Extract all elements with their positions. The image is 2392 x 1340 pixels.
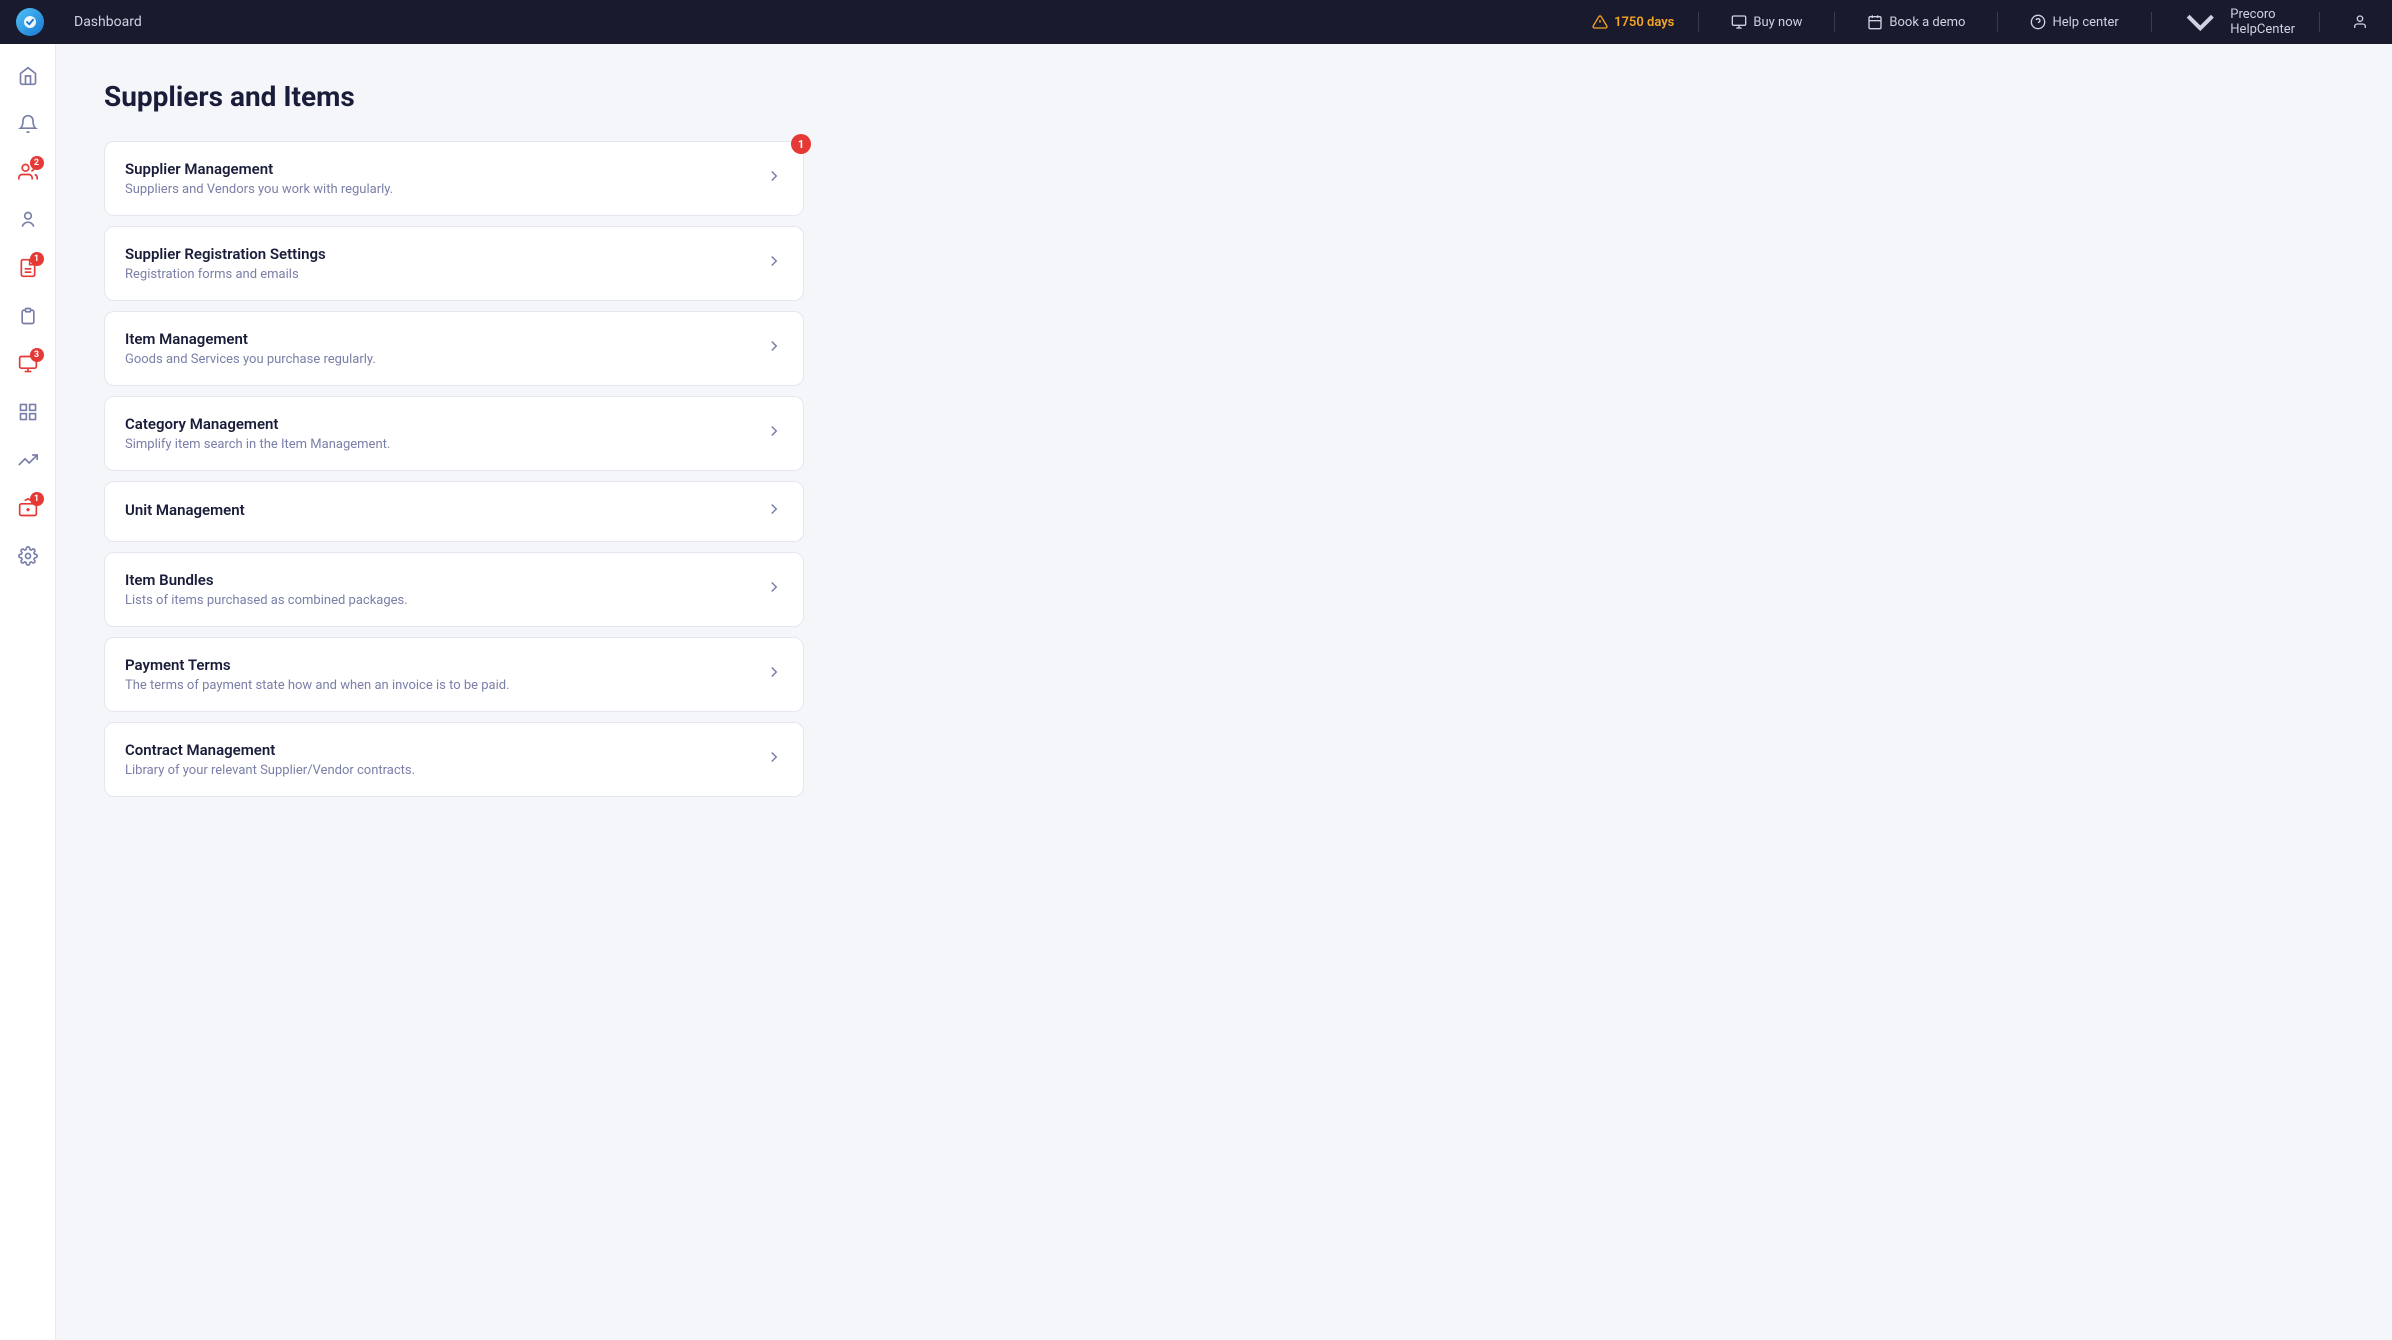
card-item-management-title: Item Management xyxy=(125,330,765,348)
card-payment-terms-chevron-icon xyxy=(765,663,783,686)
sidebar-item-home[interactable] xyxy=(8,56,48,96)
sidebar-item-suppliers[interactable] xyxy=(8,200,48,240)
sidebar-item-invoices[interactable]: 3 xyxy=(8,344,48,384)
sidebar-item-analytics[interactable] xyxy=(8,440,48,480)
card-supplier-management-description: Suppliers and Vendors you work with regu… xyxy=(125,182,765,197)
nav-divider-4 xyxy=(2151,12,2152,32)
sidebar-item-integrations[interactable]: 1 xyxy=(8,488,48,528)
card-item-management[interactable]: Item Management Goods and Services you pu… xyxy=(104,311,804,386)
user-profile-button[interactable] xyxy=(2344,10,2376,34)
card-category-management-content: Category Management Simplify item search … xyxy=(125,415,765,452)
help-center-button[interactable]: Help center xyxy=(2022,10,2126,34)
nav-divider-1 xyxy=(1698,12,1699,32)
nav-divider-5 xyxy=(2319,12,2320,32)
card-unit-management-title: Unit Management xyxy=(125,501,765,519)
card-contract-management-title: Contract Management xyxy=(125,741,765,759)
card-supplier-management-title: Supplier Management xyxy=(125,160,765,178)
card-unit-management[interactable]: Unit Management xyxy=(104,481,804,542)
card-contract-management[interactable]: Contract Management Library of your relev… xyxy=(104,722,804,797)
sidebar-item-reports[interactable] xyxy=(8,392,48,432)
nav-divider-2 xyxy=(1834,12,1835,32)
integrations-badge: 1 xyxy=(30,492,44,506)
topnav: Dashboard 1750 days Buy now Book a demo … xyxy=(0,0,2392,44)
card-unit-management-content: Unit Management xyxy=(125,501,765,523)
card-supplier-registration-content: Supplier Registration Settings Registrati… xyxy=(125,245,765,282)
card-contract-management-chevron-icon xyxy=(765,748,783,771)
card-unit-management-chevron-icon xyxy=(765,500,783,523)
warning-days: 1750 days xyxy=(1592,14,1674,30)
sidebar-item-users[interactable]: 2 xyxy=(8,152,48,192)
users-badge: 2 xyxy=(30,156,44,170)
app-logo xyxy=(16,8,44,36)
card-payment-terms-title: Payment Terms xyxy=(125,656,765,674)
card-item-management-description: Goods and Services you purchase regularl… xyxy=(125,352,765,367)
card-item-bundles-content: Item Bundles Lists of items purchased as … xyxy=(125,571,765,608)
card-supplier-registration-description: Registration forms and emails xyxy=(125,267,765,282)
card-supplier-management-chevron-icon xyxy=(765,167,783,190)
card-supplier-registration-title: Supplier Registration Settings xyxy=(125,245,765,263)
sidebar-item-orders[interactable]: 1 xyxy=(8,248,48,288)
card-contract-management-description: Library of your relevant Supplier/Vendor… xyxy=(125,763,765,778)
dashboard-nav[interactable]: Dashboard xyxy=(68,14,142,30)
card-payment-terms-content: Payment Terms The terms of payment state … xyxy=(125,656,765,693)
card-payment-terms[interactable]: Payment Terms The terms of payment state … xyxy=(104,637,804,712)
sidebar-item-notifications[interactable] xyxy=(8,104,48,144)
buy-now-button[interactable]: Buy now xyxy=(1723,10,1810,34)
card-supplier-management-badge: 1 xyxy=(791,134,811,154)
card-item-bundles-chevron-icon xyxy=(765,578,783,601)
buy-now-label: Buy now xyxy=(1753,15,1802,30)
warning-days-text: 1750 days xyxy=(1614,15,1674,30)
book-demo-label: Book a demo xyxy=(1889,15,1965,30)
card-list: 1Supplier ManagementSuppliers and Vendor… xyxy=(104,141,804,797)
card-category-management-description: Simplify item search in the Item Managem… xyxy=(125,437,765,452)
book-demo-button[interactable]: Book a demo xyxy=(1859,10,1973,34)
sidebar-item-receipts[interactable] xyxy=(8,296,48,336)
card-item-bundles-description: Lists of items purchased as combined pac… xyxy=(125,593,765,608)
org-selector[interactable]: Precoro HelpCenter xyxy=(2176,0,2295,46)
orders-badge: 1 xyxy=(30,252,44,266)
card-supplier-management-content: Supplier Management Suppliers and Vendors… xyxy=(125,160,765,197)
card-category-management-chevron-icon xyxy=(765,422,783,445)
help-center-label: Help center xyxy=(2052,15,2118,30)
card-item-management-chevron-icon xyxy=(765,337,783,360)
sidebar: 2 1 3 1 xyxy=(0,44,56,1340)
card-payment-terms-description: The terms of payment state how and when … xyxy=(125,678,765,693)
card-category-management[interactable]: Category Management Simplify item search … xyxy=(104,396,804,471)
dashboard-label: Dashboard xyxy=(74,14,142,30)
card-supplier-registration-chevron-icon xyxy=(765,252,783,275)
card-contract-management-content: Contract Management Library of your relev… xyxy=(125,741,765,778)
card-supplier-management[interactable]: 1Supplier ManagementSuppliers and Vendor… xyxy=(104,141,804,216)
card-item-bundles-title: Item Bundles xyxy=(125,571,765,589)
main-content: Suppliers and Items 1Supplier Management… xyxy=(56,44,2392,1340)
card-supplier-registration[interactable]: Supplier Registration Settings Registrati… xyxy=(104,226,804,301)
card-item-bundles[interactable]: Item Bundles Lists of items purchased as … xyxy=(104,552,804,627)
nav-divider-3 xyxy=(1997,12,1998,32)
org-name: Precoro HelpCenter xyxy=(2230,7,2295,37)
card-item-management-content: Item Management Goods and Services you pu… xyxy=(125,330,765,367)
invoices-badge: 3 xyxy=(30,348,44,362)
sidebar-item-settings[interactable] xyxy=(8,536,48,576)
layout: 2 1 3 1 Suppliers and Items xyxy=(0,44,2392,1340)
card-category-management-title: Category Management xyxy=(125,415,765,433)
page-title: Suppliers and Items xyxy=(104,80,2344,113)
